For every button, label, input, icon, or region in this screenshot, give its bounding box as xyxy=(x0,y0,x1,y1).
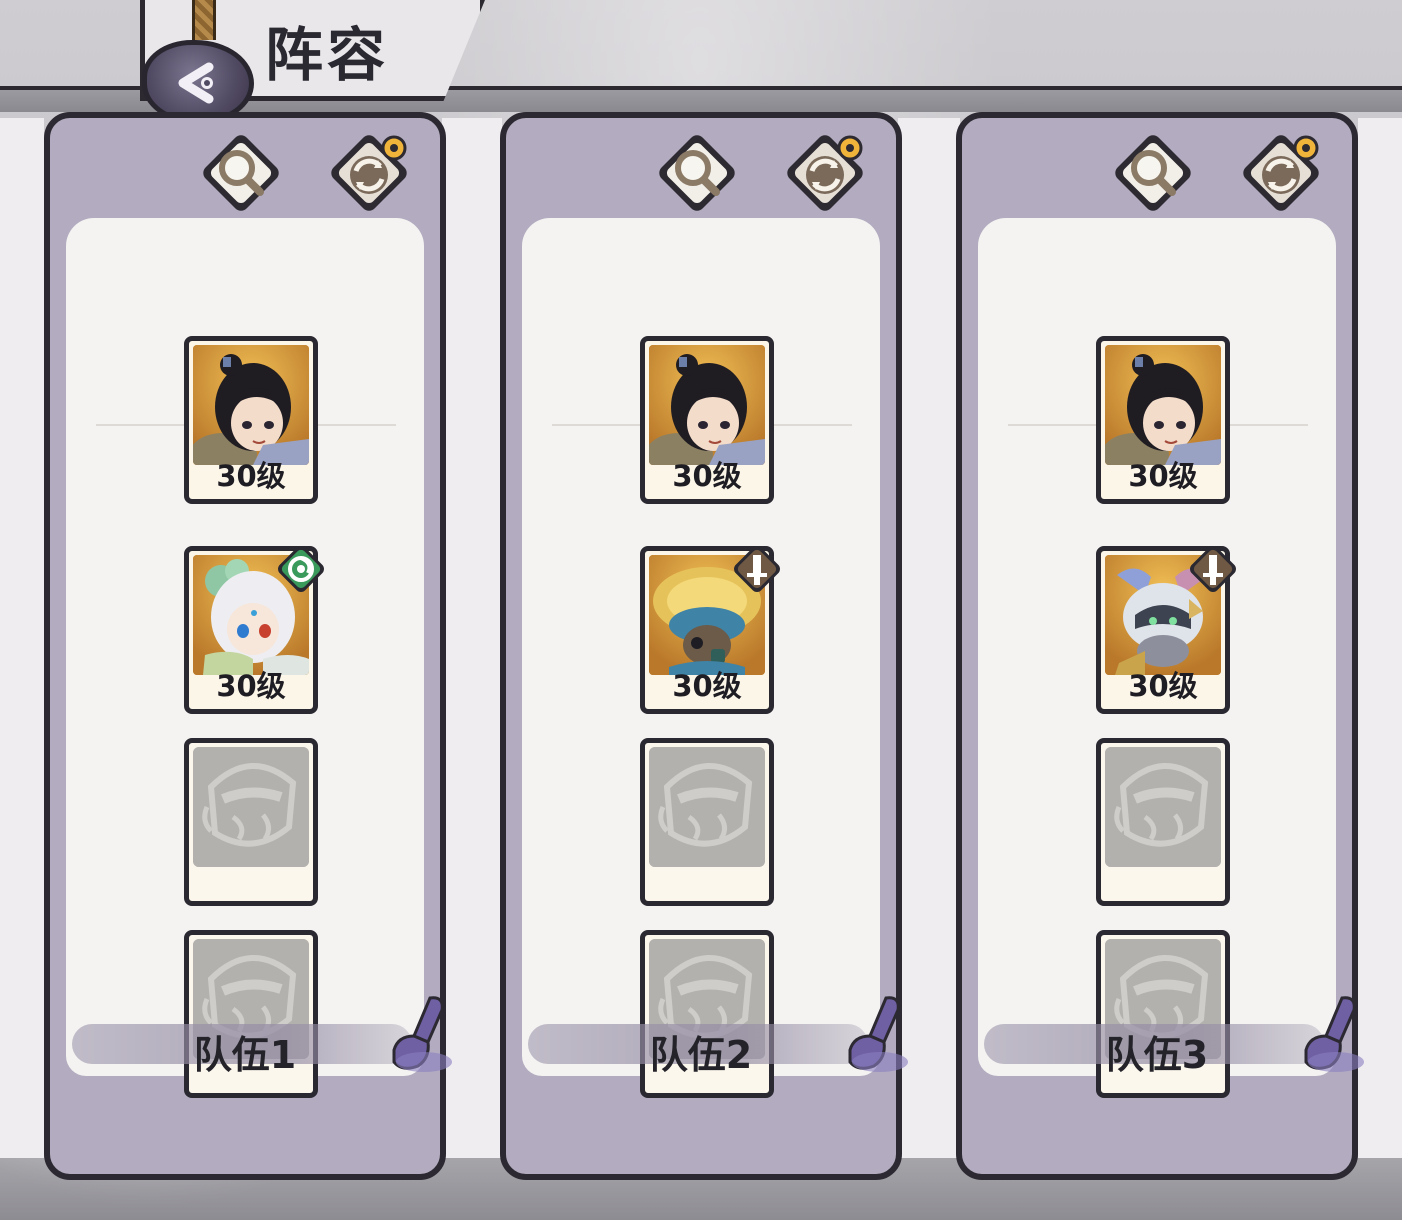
silhouette-placeholder-icon xyxy=(649,747,765,867)
side-panel-left xyxy=(0,118,44,1158)
auto-arrange-button[interactable] xyxy=(782,130,868,216)
auto-arrange-button[interactable] xyxy=(326,130,412,216)
edit-team-brush-icon[interactable] xyxy=(384,992,458,1076)
team-panel-2: 30级 30级队伍2 xyxy=(500,112,908,1180)
back-arrow-icon xyxy=(178,62,214,104)
hero-level-label: 30级 xyxy=(216,459,286,493)
hero-portrait xyxy=(649,345,765,465)
hero-level-label: 30级 xyxy=(1128,459,1198,493)
hero-slot[interactable]: 30级 xyxy=(1096,336,1230,504)
hero-level-label: 30级 xyxy=(216,669,286,703)
header-bar: 阵容 xyxy=(0,0,1402,124)
silhouette-placeholder-icon xyxy=(1105,747,1221,867)
rope-decoration xyxy=(192,0,216,40)
hero-slot[interactable]: 30级 xyxy=(184,336,318,504)
view-team-button[interactable] xyxy=(1110,130,1196,216)
sword-icon xyxy=(1187,543,1239,595)
hero-slot[interactable]: 30级 xyxy=(184,546,324,714)
swap-gear-icon xyxy=(1243,135,1319,211)
team-name: 队伍2 xyxy=(649,1033,753,1077)
team-name: 队伍1 xyxy=(193,1033,297,1077)
swap-gear-icon xyxy=(787,135,863,211)
hero-portrait xyxy=(1105,345,1221,465)
team-slot-area: 30级 30级队伍1 xyxy=(66,218,424,1098)
empty-hero-slot[interactable] xyxy=(1096,738,1230,906)
team-name: 队伍3 xyxy=(1105,1033,1209,1077)
magnifier-icon xyxy=(203,135,279,211)
wind-swirl-icon xyxy=(275,543,327,595)
hero-slot[interactable]: 30级 xyxy=(1096,546,1236,714)
team-slot-area: 30级 30级队伍2 xyxy=(522,218,880,1098)
swap-gear-icon xyxy=(331,135,407,211)
edit-team-brush-icon[interactable] xyxy=(840,992,914,1076)
page-title: 阵容 xyxy=(265,21,390,89)
team-panel-1: 30级 30级队伍1 xyxy=(44,112,452,1180)
team-slot-area: 30级 30级队伍3 xyxy=(978,218,1336,1098)
hero-portrait xyxy=(193,345,309,465)
silhouette-placeholder-icon xyxy=(193,747,309,867)
edit-team-brush-icon[interactable] xyxy=(1296,992,1370,1076)
hero-slot[interactable]: 30级 xyxy=(640,546,780,714)
magnifier-icon xyxy=(659,135,735,211)
hero-level-label: 30级 xyxy=(672,459,742,493)
view-team-button[interactable] xyxy=(198,130,284,216)
hero-slot[interactable]: 30级 xyxy=(640,336,774,504)
empty-hero-slot[interactable] xyxy=(640,738,774,906)
empty-hero-slot[interactable] xyxy=(184,738,318,906)
view-team-button[interactable] xyxy=(654,130,740,216)
hero-level-label: 30级 xyxy=(672,669,742,703)
magnifier-icon xyxy=(1115,135,1191,211)
hero-level-label: 30级 xyxy=(1128,669,1198,703)
team-panel-3: 30级 30级队伍3 xyxy=(956,112,1364,1180)
sword-icon xyxy=(731,543,783,595)
auto-arrange-button[interactable] xyxy=(1238,130,1324,216)
